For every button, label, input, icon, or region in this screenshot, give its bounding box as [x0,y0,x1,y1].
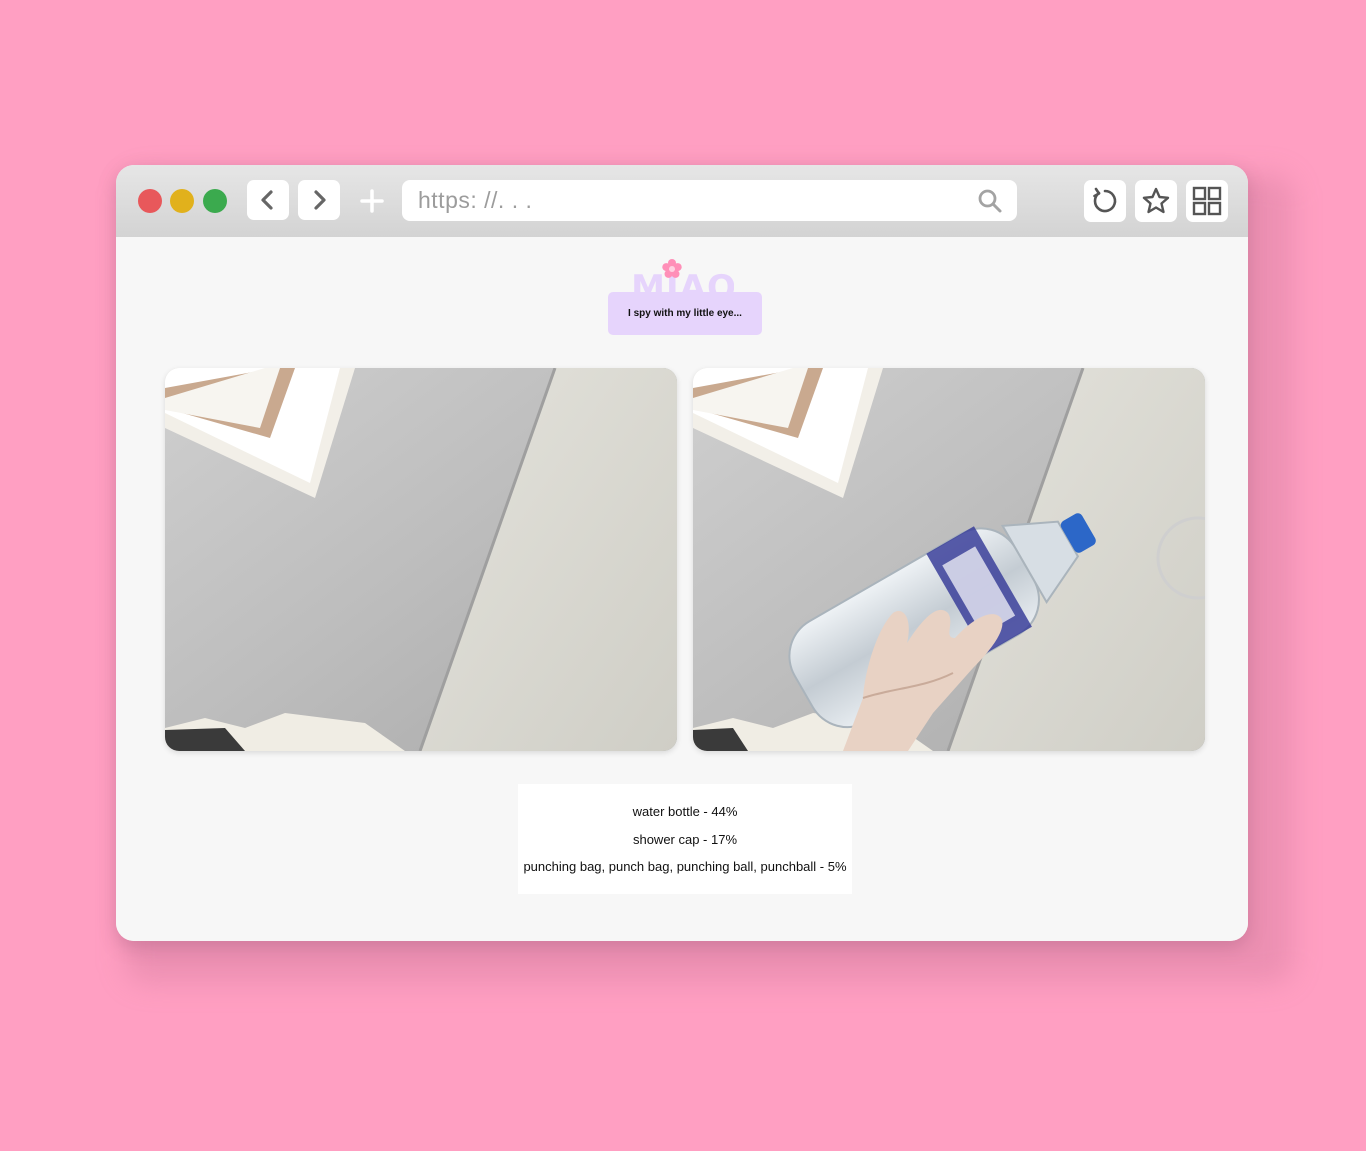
search-icon[interactable] [977,188,1003,214]
prediction-item: shower cap - 17% [632,831,738,847]
back-button[interactable] [247,180,289,220]
star-icon [1142,187,1170,214]
plus-icon [360,189,384,213]
chevron-right-icon [314,190,326,210]
new-tab-button[interactable] [357,186,387,216]
forward-button[interactable] [298,180,340,220]
webcam-snapshot-empty [165,368,677,751]
page-background: https: //. . . MIAO I spy with my little… [0,0,1366,1151]
close-window-button[interactable] [138,189,162,213]
chevron-left-icon [261,190,273,210]
page-content: MIAO I spy with my little eye... water b… [116,237,1248,941]
prediction-results: water bottle - 44% shower cap - 17% punc… [518,784,852,894]
prompt-label: I spy with my little eye... [608,292,762,335]
address-bar[interactable]: https: //. . . [402,180,1017,221]
webcam-snapshot-water-bottle [693,368,1205,751]
prediction-item: punching bag, punch bag, punching ball, … [523,859,847,874]
bookmark-button[interactable] [1135,180,1177,222]
prediction-item: water bottle - 44% [632,804,738,819]
grid-icon [1192,186,1222,216]
minimize-window-button[interactable] [170,189,194,213]
maximize-window-button[interactable] [203,189,227,213]
browser-window: https: //. . . MIAO I spy with my little… [116,165,1248,941]
reload-button[interactable] [1084,180,1126,222]
tabs-grid-button[interactable] [1186,180,1228,222]
url-placeholder: https: //. . . [418,187,533,213]
flower-icon [662,259,682,278]
browser-toolbar: https: //. . . [116,165,1248,237]
reload-icon [1093,187,1117,213]
